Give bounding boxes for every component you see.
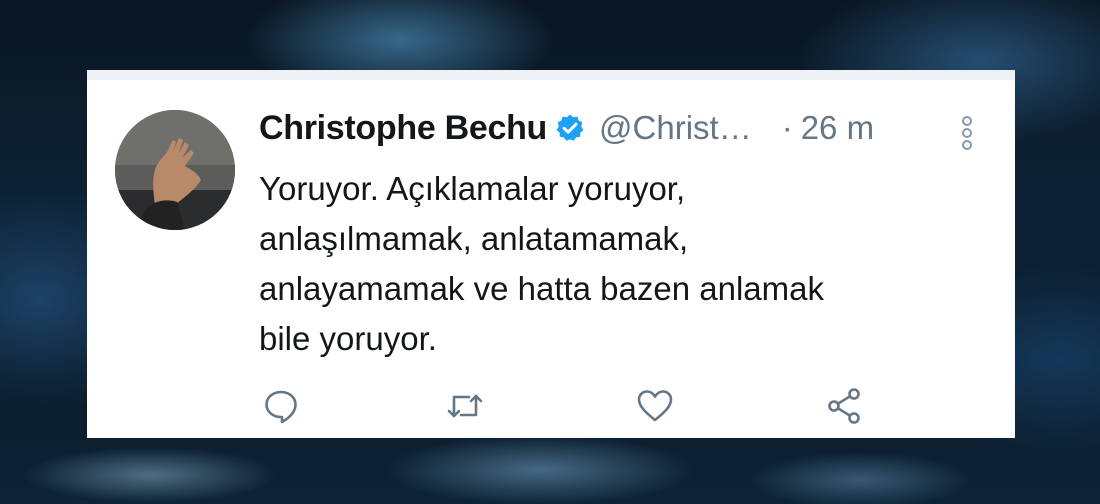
more-vertical-icon[interactable] xyxy=(959,116,975,152)
retweet-button[interactable] xyxy=(443,386,487,430)
tweet-header: Christophe Bechu @Christ… · 26 m xyxy=(259,108,874,148)
share-icon xyxy=(825,386,865,431)
header-separator: · xyxy=(781,109,793,146)
tweet-text-line: Yoruyor. Açıklamalar yoruyor, xyxy=(259,170,686,207)
tweet-text: Yoruyor. Açıklamalar yoruyor, anlaşılmam… xyxy=(259,164,959,364)
tweet-text-line: anlayamamak ve hatta bazen anlamak xyxy=(259,270,824,307)
share-button[interactable] xyxy=(823,386,867,430)
author-handle[interactable]: @Christ… xyxy=(599,109,752,147)
like-button[interactable] xyxy=(633,386,677,430)
like-icon xyxy=(635,387,675,430)
author-name[interactable]: Christophe Bechu xyxy=(259,109,547,148)
tweet-text-line: anlaşılmamak, anlatamamak, xyxy=(259,220,689,257)
avatar[interactable] xyxy=(115,110,235,230)
reply-icon xyxy=(262,387,300,430)
tweet-actions xyxy=(259,386,879,432)
tweet-time[interactable]: 26 m xyxy=(801,109,874,147)
retweet-icon xyxy=(445,386,485,431)
tweet-text-line: bile yoruyor. xyxy=(259,320,437,357)
tweet-card[interactable]: Christophe Bechu @Christ… · 26 m Yoruyor… xyxy=(87,70,1015,438)
verified-badge-icon xyxy=(555,113,585,143)
reply-button[interactable] xyxy=(259,386,303,430)
